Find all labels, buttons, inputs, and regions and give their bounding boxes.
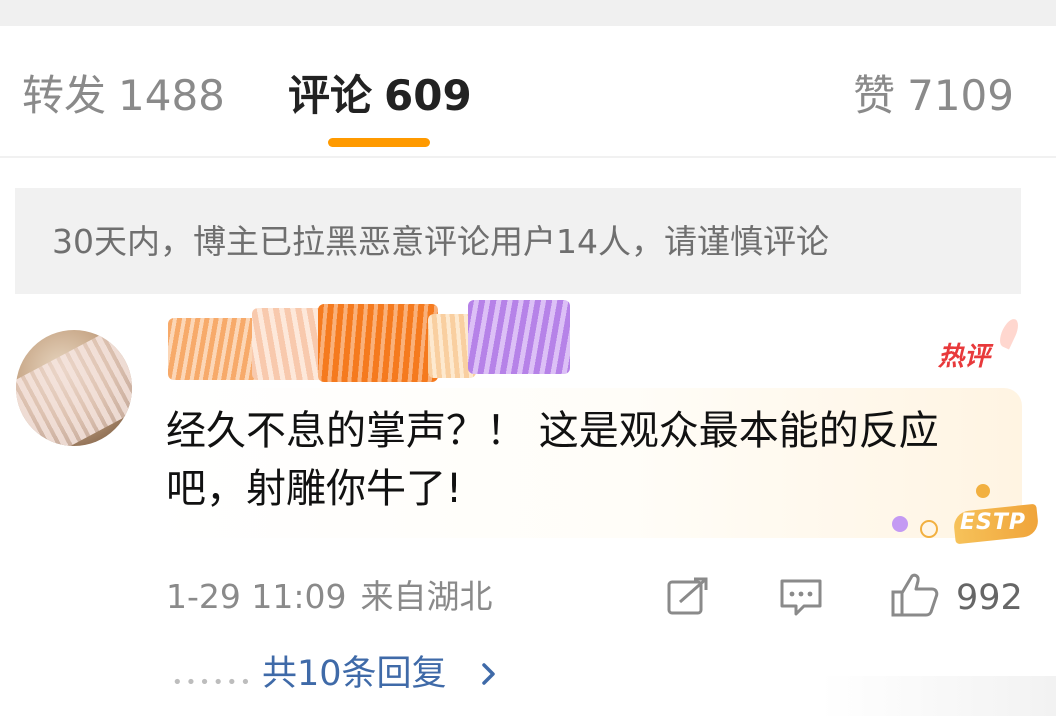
- view-replies-link[interactable]: 共10条回复: [262, 652, 447, 696]
- mbti-tag: ESTP: [876, 480, 1042, 546]
- tab-repost[interactable]: 转发 1488: [22, 70, 225, 122]
- comment-text[interactable]: 经久不息的掌声？！ 这是观众最本能的反应吧，射雕你牛了!: [166, 402, 996, 518]
- tab-likes-count: 7109: [907, 71, 1014, 120]
- comment-meta: 1-29 11:09 来自湖北: [166, 576, 493, 618]
- tab-comments[interactable]: 评论 609: [288, 70, 472, 122]
- decor-ring-icon: [920, 520, 938, 538]
- like-icon[interactable]: [890, 572, 940, 622]
- flame-icon: [996, 316, 1022, 350]
- mbti-label: ESTP: [960, 510, 1027, 535]
- tab-comments-label: 评论: [288, 71, 373, 120]
- tab-likes[interactable]: 赞 7109: [853, 70, 1014, 122]
- tab-repost-label: 转发: [22, 71, 107, 120]
- username-redacted[interactable]: [168, 300, 570, 384]
- like-count: 992: [956, 578, 1023, 618]
- comment-time: 1-29 11:09: [166, 577, 347, 616]
- notice-text: 30天内，博主已拉黑恶意评论用户14人，请谨慎评论: [52, 222, 829, 261]
- comment-location: 来自湖北: [360, 577, 493, 616]
- comment-icon[interactable]: [778, 578, 824, 622]
- moderation-notice: 30天内，博主已拉黑恶意评论用户14人，请谨慎评论: [15, 188, 1021, 294]
- tab-likes-label: 赞: [853, 71, 896, 120]
- chevron-right-icon[interactable]: [478, 660, 500, 692]
- hot-comment-badge: 热评: [938, 342, 991, 372]
- tab-bar: 转发 1488 评论 609 赞 7109: [0, 26, 1056, 158]
- bottom-fade: [820, 676, 1056, 716]
- active-tab-indicator: [328, 138, 430, 147]
- tab-comments-count: 609: [384, 71, 472, 120]
- avatar-redaction: [16, 330, 132, 446]
- avatar[interactable]: [16, 330, 132, 446]
- status-bar: [0, 0, 1056, 26]
- decor-ball-icon: [976, 484, 990, 498]
- reply-divider-dots: ••••••: [172, 672, 254, 693]
- share-icon[interactable]: [666, 576, 710, 620]
- tab-repost-count: 1488: [118, 71, 225, 120]
- decor-dot-icon: [892, 516, 908, 532]
